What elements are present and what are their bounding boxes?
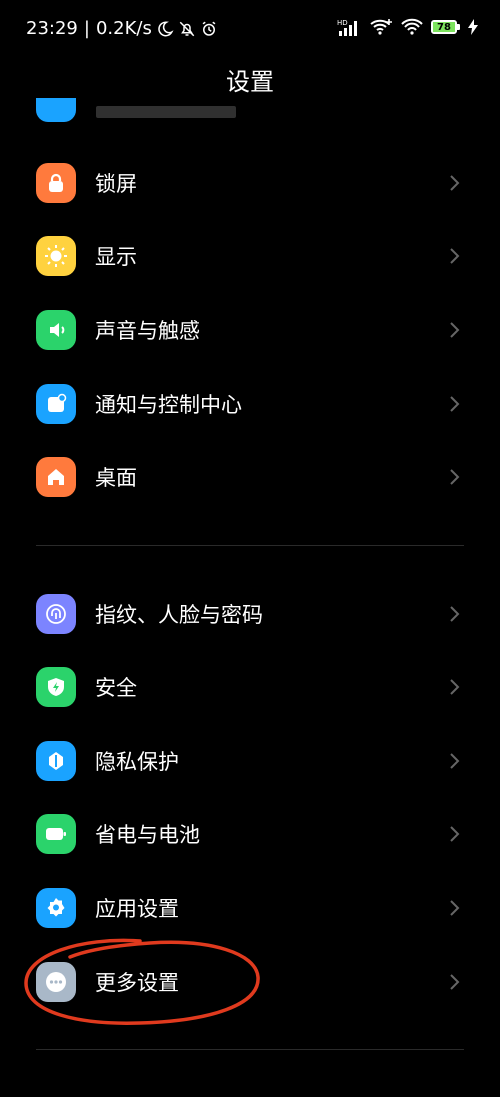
list-item-more-settings[interactable]: 更多设置 xyxy=(0,945,500,1019)
list-item-privacy[interactable]: 隐私保护 xyxy=(0,724,500,798)
privacy-icon xyxy=(36,741,76,781)
list-item-notifications-control-center[interactable]: 通知与控制中心 xyxy=(0,367,500,441)
list-item-lock-screen[interactable]: 锁屏 xyxy=(0,146,500,220)
list-item-label: 应用设置 xyxy=(95,897,179,921)
list-item-label: 省电与电池 xyxy=(95,823,200,847)
chevron-right-icon xyxy=(450,606,460,622)
status-right: HD 78 xyxy=(337,18,478,36)
battery-level: 78 xyxy=(433,22,455,33)
list-item-label: 更多设置 xyxy=(95,971,179,995)
partial-list-item[interactable] xyxy=(0,98,500,128)
fingerprint-icon xyxy=(36,594,76,634)
list-item-label: 指纹、人脸与密码 xyxy=(95,603,263,627)
chevron-right-icon xyxy=(450,175,460,191)
battery-icon xyxy=(36,814,76,854)
clock: 23:29 xyxy=(26,18,78,39)
notification-icon xyxy=(36,384,76,424)
list-item-app-settings[interactable]: 应用设置 xyxy=(0,871,500,945)
group-divider xyxy=(36,545,464,546)
sun-icon xyxy=(36,236,76,276)
chevron-right-icon xyxy=(450,469,460,485)
list-item-display[interactable]: 显示 xyxy=(0,219,500,293)
battery-indicator: 78 xyxy=(431,20,460,34)
home-icon xyxy=(36,457,76,497)
chevron-right-icon xyxy=(450,679,460,695)
chevron-right-icon xyxy=(450,753,460,769)
list-item-label: 通知与控制中心 xyxy=(95,393,242,417)
chevron-right-icon xyxy=(450,248,460,264)
list-item-label: 桌面 xyxy=(95,466,137,490)
more-icon xyxy=(36,962,76,1002)
list-item-security[interactable]: 安全 xyxy=(0,650,500,724)
lock-icon xyxy=(36,163,76,203)
svg-text:HD: HD xyxy=(337,19,348,27)
chevron-right-icon xyxy=(450,322,460,338)
list-item-label: 隐私保护 xyxy=(95,750,179,774)
chevron-right-icon xyxy=(450,974,460,990)
status-bar: 23:29 | 0.2K/s HD 78 xyxy=(0,0,500,58)
shield-bolt-icon xyxy=(36,667,76,707)
mute-bell-icon xyxy=(179,21,195,36)
list-item-home-screen[interactable]: 桌面 xyxy=(0,440,500,514)
wifi-plus-icon xyxy=(370,19,392,35)
status-separator: | xyxy=(83,18,90,39)
alarm-icon xyxy=(202,21,216,36)
list-item-label: 显示 xyxy=(95,245,137,269)
partial-item-icon xyxy=(36,98,76,122)
wifi-icon xyxy=(401,18,423,35)
group-divider xyxy=(36,1049,464,1050)
page-title: 设置 xyxy=(226,68,274,96)
list-item-sound-haptics[interactable]: 声音与触感 xyxy=(0,293,500,367)
list-item-fingerprint-face-password[interactable]: 指纹、人脸与密码 xyxy=(0,577,500,651)
network-speed: 0.2K/s xyxy=(95,18,152,39)
partial-item-label xyxy=(96,106,236,118)
charging-icon xyxy=(468,19,478,35)
chevron-right-icon xyxy=(450,900,460,916)
list-item-battery[interactable]: 省电与电池 xyxy=(0,797,500,871)
list-item-label: 声音与触感 xyxy=(95,319,200,343)
chevron-right-icon xyxy=(450,826,460,842)
list-item-label: 锁屏 xyxy=(95,172,137,196)
list-item-label: 安全 xyxy=(95,676,137,700)
speaker-icon xyxy=(36,310,76,350)
chevron-right-icon xyxy=(450,396,460,412)
hd-signal-icon: HD xyxy=(337,19,357,36)
status-left: 23:29 | 0.2K/s xyxy=(26,18,218,39)
gear-icon xyxy=(36,888,76,928)
moon-icon xyxy=(158,20,174,36)
